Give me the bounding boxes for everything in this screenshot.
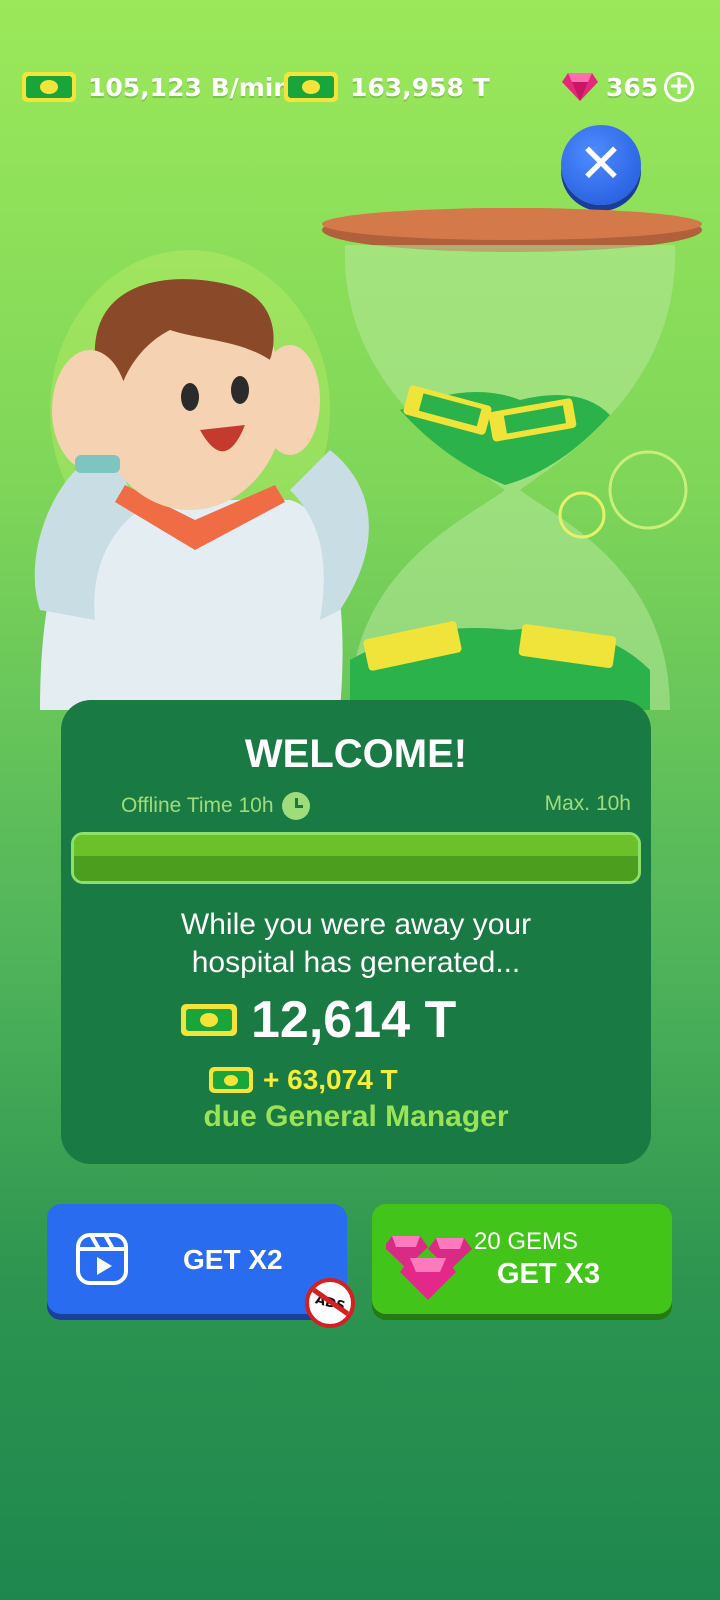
cash-icon: [284, 72, 338, 102]
cash-icon: [181, 1004, 237, 1036]
message-line-2: hospital has generated...: [191, 946, 521, 979]
offline-earnings-illustration: [34, 208, 702, 710]
offline-time: Offline Time 10h: [121, 792, 310, 820]
bonus-amount: + 63,074 T: [209, 1064, 398, 1096]
offline-progress-fill: [74, 835, 638, 881]
cash-icon: [209, 1067, 253, 1093]
dialog-title: WELCOME!: [244, 732, 468, 776]
hourglass-icon: [322, 208, 702, 710]
doctor-character: [34, 250, 369, 710]
earned-amount-text: 12,614 T: [251, 991, 457, 1049]
income-rate-text: 105,123 B/min: [88, 73, 292, 102]
gems-button-label: GET X3: [497, 1258, 601, 1290]
ads-badge-text: ADS: [313, 1291, 347, 1315]
earned-amount: 12,614 T: [181, 990, 456, 1050]
bonus-reason: due General Manager: [203, 1100, 509, 1133]
ads-badge: ADS: [305, 1278, 355, 1328]
resource-bar: 105,123 B/min 163,958 T 365 +: [0, 68, 720, 112]
gems-cost-label: 20 GEMS: [474, 1228, 579, 1255]
clock-icon: [281, 792, 310, 820]
ads-button-label: GET X2: [183, 1244, 283, 1275]
gems-icon: [386, 1236, 472, 1300]
gem-icon: [562, 73, 598, 101]
offline-message: While you were away your hospital has ge…: [61, 906, 651, 982]
offline-time-label: Offline Time 10h: [121, 794, 274, 817]
watch-ad-double-button[interactable]: GET X2 ADS: [47, 1204, 355, 1328]
offline-progress-bar: [71, 832, 641, 884]
bonus-amount-text: + 63,074 T: [263, 1064, 398, 1095]
message-line-1: While you were away your: [180, 908, 532, 941]
cash-total-text: 163,958 T: [350, 73, 490, 102]
add-gems-button[interactable]: +: [664, 72, 694, 102]
gem-count-text: 365: [606, 73, 659, 102]
gems-triple-button[interactable]: 20 GEMS GET X3: [372, 1204, 672, 1314]
max-offline-label: Max. 10h: [544, 792, 631, 815]
video-reel-icon: [76, 1233, 128, 1285]
welcome-dialog: WELCOME! Offline Time 10h Max. 10h While…: [61, 700, 651, 1164]
cash-icon: [22, 72, 76, 102]
